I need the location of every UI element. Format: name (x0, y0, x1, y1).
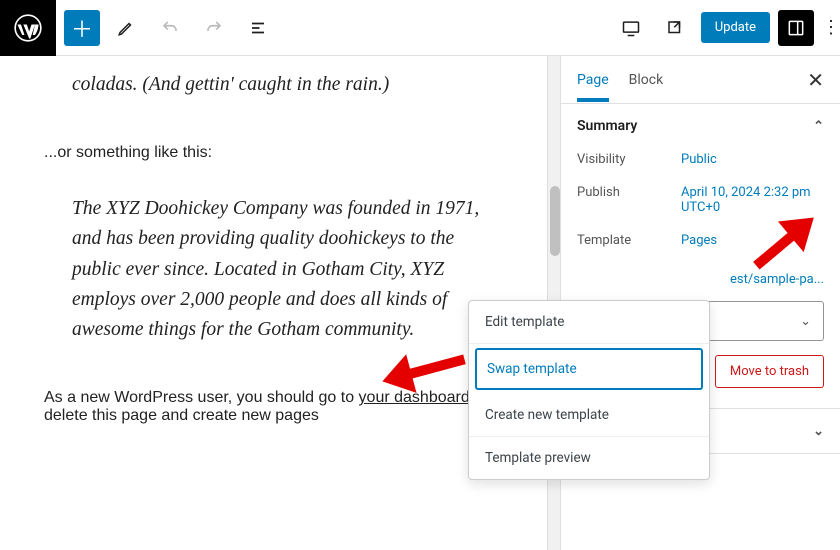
paragraph-block[interactable]: As a new WordPress user, you should go t… (44, 389, 516, 425)
update-button[interactable]: Update (701, 12, 770, 43)
edit-tool-icon[interactable] (108, 10, 144, 46)
swap-template-item[interactable]: Swap template (475, 348, 703, 390)
redo-icon[interactable] (196, 10, 232, 46)
undo-icon[interactable] (152, 10, 188, 46)
template-value[interactable]: Pages (681, 233, 717, 248)
publish-date-value[interactable]: April 10, 2024 2:32 pm (681, 185, 811, 200)
create-template-item[interactable]: Create new template (469, 394, 709, 437)
summary-title: Summary (577, 118, 637, 134)
close-sidebar-icon[interactable]: ✕ (807, 68, 824, 92)
publish-label: Publish (577, 185, 681, 215)
quote-block[interactable]: coladas. (And gettin' caught in the rain… (44, 62, 516, 120)
paragraph-block[interactable]: ...or something like this: (44, 144, 516, 162)
dashboard-link[interactable]: your dashboard (359, 389, 470, 406)
visibility-value[interactable]: Public (681, 152, 717, 167)
chevron-down-icon[interactable]: ⌄ (813, 424, 824, 439)
move-to-trash-button[interactable]: Move to trash (715, 355, 824, 388)
document-outline-icon[interactable] (240, 10, 276, 46)
chevron-down-icon: ⌄ (800, 314, 811, 329)
publish-tz-value[interactable]: UTC+0 (681, 200, 720, 215)
paragraph-text: As a new WordPress user, you should go t… (44, 389, 359, 406)
more-options-icon[interactable]: ⋮ (822, 17, 832, 38)
preview-device-icon[interactable] (613, 10, 649, 46)
settings-panel-toggle[interactable] (778, 10, 814, 46)
tab-block[interactable]: Block (629, 58, 664, 102)
quote-block[interactable]: The XYZ Doohickey Company was founded in… (44, 186, 516, 365)
tab-page[interactable]: Page (577, 58, 609, 102)
edit-template-item[interactable]: Edit template (469, 301, 709, 344)
view-icon[interactable] (657, 10, 693, 46)
wp-logo[interactable] (0, 0, 56, 56)
template-label: Template (577, 233, 681, 248)
wordpress-icon (14, 14, 42, 42)
template-dropdown: Edit template Swap template Create new t… (468, 300, 710, 480)
permalink-value[interactable]: est/sample-pa... (730, 272, 824, 287)
chevron-up-icon[interactable]: ⌃ (813, 119, 824, 134)
add-block-button[interactable]: ＋ (64, 10, 100, 46)
visibility-label: Visibility (577, 152, 681, 167)
template-preview-item[interactable]: Template preview (469, 437, 709, 479)
